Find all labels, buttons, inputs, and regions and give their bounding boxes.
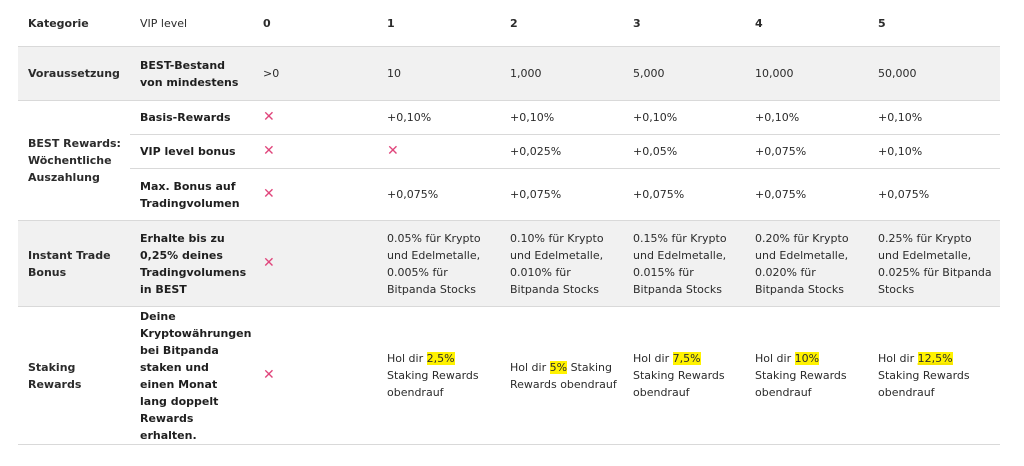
basis-level-5: +0,10%	[868, 100, 1000, 135]
label-instant-trade: Erhalte bis zu 0,25% deines Tradingvolum…	[130, 220, 253, 307]
req-level-1: 10	[377, 46, 500, 101]
basis-level-1: +0,10%	[377, 100, 500, 135]
staking-percent-highlight: 7,5%	[672, 352, 701, 365]
vip-bonus-level-2: +0,025%	[500, 134, 623, 169]
label-staking: Deine Kryptowährungen bei Bitpanda stake…	[130, 306, 253, 445]
instant-level-4: 0.20% für Krypto und Edelmetalle, 0.020%…	[745, 220, 868, 307]
staking-level-5: Hol dir 12,5% Staking Rewards obendrauf	[868, 306, 1000, 445]
max-bonus-level-5: +0,075%	[868, 168, 1000, 221]
cross-icon: ✕	[263, 109, 275, 125]
staking-percent-highlight: 12,5%	[917, 352, 953, 365]
header-level-4: 4	[745, 0, 868, 47]
vip-bonus-level-3: +0,05%	[623, 134, 745, 169]
header-level-1: 1	[377, 0, 500, 47]
req-level-0: >0	[253, 46, 377, 101]
row-vip-bonus: VIP level bonus ✕ ✕ +0,025% +0,05% +0,07…	[18, 134, 1000, 169]
header-row: Kategorie VIP level 0 1 2 3 4 5	[18, 0, 1000, 47]
header-kategorie: Kategorie	[18, 0, 130, 47]
req-level-3: 5,000	[623, 46, 745, 101]
req-level-2: 1,000	[500, 46, 623, 101]
basis-level-4: +0,10%	[745, 100, 868, 135]
instant-level-1: 0.05% für Krypto und Edelmetalle, 0.005%…	[377, 220, 500, 307]
header-level-5: 5	[868, 0, 1000, 47]
req-level-4: 10,000	[745, 46, 868, 101]
label-max-bonus: Max. Bonus auf Tradingvolumen	[130, 168, 253, 221]
header-vip-level: VIP level	[130, 0, 253, 47]
header-level-2: 2	[500, 0, 623, 47]
row-staking: Staking Rewards Deine Kryptowährungen be…	[18, 306, 1000, 445]
staking-percent-highlight: 5%	[549, 360, 568, 374]
basis-level-3: +0,10%	[623, 100, 745, 135]
row-max-bonus: Max. Bonus auf Tradingvolumen ✕ +0,075% …	[18, 168, 1000, 221]
label-vip-bonus: VIP level bonus	[130, 134, 253, 169]
header-level-3: 3	[623, 0, 745, 47]
vip-bonus-level-4: +0,075%	[745, 134, 868, 169]
staking-percent-highlight: 10%	[794, 352, 820, 365]
max-bonus-level-4: +0,075%	[745, 168, 868, 221]
staking-level-1: Hol dir 2,5% Staking Rewards obendrauf	[377, 306, 500, 445]
category-voraussetzung: Voraussetzung	[18, 46, 130, 101]
max-bonus-level-1: +0,075%	[377, 168, 500, 221]
staking-level-4: Hol dir 10% Staking Rewards obendrauf	[745, 306, 868, 445]
category-staking: Staking Rewards	[18, 306, 130, 445]
category-best-rewards: BEST Rewards: Wöchentliche Auszahlung	[18, 100, 130, 221]
row-instant-trade: Instant Trade Bonus Erhalte bis zu 0,25%…	[18, 220, 1000, 307]
basis-level-2: +0,10%	[500, 100, 623, 135]
cross-icon: ✕	[263, 143, 275, 159]
label-basis-rewards: Basis-Rewards	[130, 100, 253, 135]
cross-icon: ✕	[263, 255, 275, 271]
staking-percent-highlight: 2,5%	[426, 352, 455, 365]
label-best-bestand: BEST-Bestand von mindestens	[130, 46, 253, 101]
staking-level-2: Hol dir 5% Staking Rewards obendrauf	[500, 306, 623, 445]
vip-bonus-level-5: +0,10%	[868, 134, 1000, 169]
instant-level-3: 0.15% für Krypto und Edelmetalle, 0.015%…	[623, 220, 745, 307]
category-instant-trade: Instant Trade Bonus	[18, 220, 130, 307]
cross-icon: ✕	[263, 367, 275, 383]
instant-level-5: 0.25% für Krypto und Edelmetalle, 0.025%…	[868, 220, 1000, 307]
max-bonus-level-2: +0,075%	[500, 168, 623, 221]
staking-level-3: Hol dir 7,5% Staking Rewards obendrauf	[623, 306, 745, 445]
row-voraussetzung: Voraussetzung BEST-Bestand von mindesten…	[18, 46, 1000, 101]
req-level-5: 50,000	[868, 46, 1000, 101]
header-level-0: 0	[253, 0, 377, 47]
cross-icon: ✕	[387, 143, 399, 159]
vip-table: Kategorie VIP level 0 1 2 3 4 5 Vorausse…	[18, 0, 1000, 445]
row-basis-rewards: BEST Rewards: Wöchentliche Auszahlung Ba…	[18, 100, 1000, 221]
cross-icon: ✕	[263, 186, 275, 202]
instant-level-2: 0.10% für Krypto und Edelmetalle, 0.010%…	[500, 220, 623, 307]
max-bonus-level-3: +0,075%	[623, 168, 745, 221]
